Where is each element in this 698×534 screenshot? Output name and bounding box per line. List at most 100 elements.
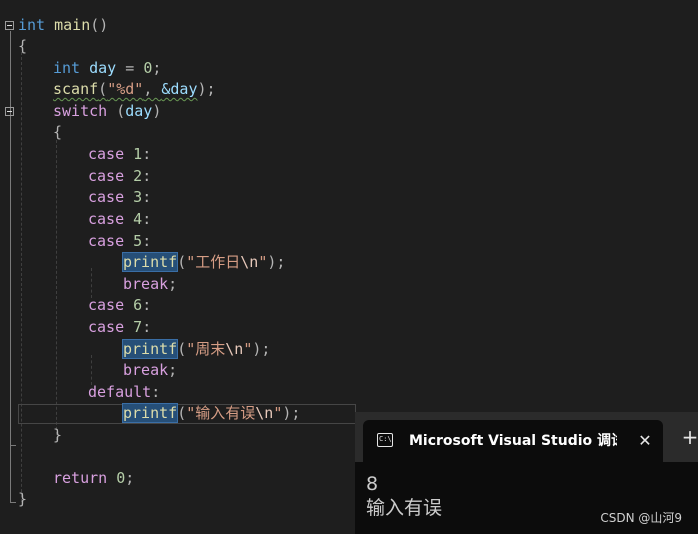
outline-bar-end <box>10 502 16 503</box>
code-line-22: return 0; <box>53 468 134 489</box>
number-literal: 7 <box>124 318 143 336</box>
number-literal: 6 <box>124 296 143 314</box>
punctuation: ( <box>177 253 187 271</box>
punctuation: : <box>142 296 152 314</box>
indent-guide <box>56 140 57 440</box>
function-name-highlighted: printf <box>121 339 179 359</box>
function-name: scanf <box>53 80 99 98</box>
indent-guide <box>91 268 92 298</box>
code-line-12: printf("工作日\n"); <box>121 252 286 273</box>
code-line-14: case 6: <box>88 295 151 316</box>
code-line-18: default: <box>88 382 160 403</box>
punctuation: ; <box>152 59 162 77</box>
console-output-line: 8 <box>366 473 379 495</box>
string-literal: "%d" <box>107 80 144 98</box>
close-icon[interactable]: ✕ <box>635 431 655 451</box>
new-tab-icon[interactable]: + <box>680 427 698 447</box>
indent-guide <box>91 355 92 385</box>
indent-guide <box>21 52 22 502</box>
punctuation: ( <box>98 80 108 98</box>
console-output-line: 输入有误 <box>366 497 443 519</box>
punctuation: : <box>142 232 152 250</box>
variable: day <box>89 59 117 77</box>
code-line-9: case 3: <box>88 187 151 208</box>
code-line-1: int main() <box>18 15 108 36</box>
code-line-20: } <box>53 425 62 446</box>
punctuation: ; <box>125 469 135 487</box>
punctuation: : <box>142 318 152 336</box>
punctuation: : <box>142 167 152 185</box>
console-tab-bar: C:\ Microsoft Visual Studio 调试控制台 ✕ + <box>355 412 698 462</box>
escape-sequence: \n <box>225 340 244 358</box>
punctuation: ) <box>152 102 162 120</box>
code-line-19: printf("输入有误\n"); <box>121 403 301 424</box>
code-line-13: break; <box>123 274 177 295</box>
code-line-2: { <box>18 36 27 57</box>
keyword: case <box>88 188 125 206</box>
keyword: default <box>88 383 152 401</box>
number-literal: 5 <box>124 232 143 250</box>
code-line-23: } <box>18 489 27 510</box>
keyword: switch <box>53 102 108 120</box>
code-line-6: { <box>53 122 62 143</box>
brace: } <box>18 490 28 508</box>
punctuation: ; <box>168 361 178 379</box>
code-line-4: scanf("%d", &day); <box>53 79 216 100</box>
punctuation: : <box>151 383 161 401</box>
keyword: return <box>53 469 108 487</box>
punctuation: ( <box>177 404 187 422</box>
variable: &day <box>161 80 198 98</box>
punctuation: ); <box>267 253 286 271</box>
brace: { <box>53 123 63 141</box>
code-line-15: case 7: <box>88 317 151 338</box>
debug-console-window[interactable]: C:\ Microsoft Visual Studio 调试控制台 ✕ + 8 … <box>355 412 698 534</box>
code-line-11: case 5: <box>88 231 151 252</box>
keyword: case <box>88 145 125 163</box>
code-line-7: case 1: <box>88 144 151 165</box>
escape-sequence: \n <box>255 404 274 422</box>
punctuation: ( <box>177 340 187 358</box>
fold-toggle-switch-icon[interactable] <box>5 107 14 116</box>
keyword: break <box>123 361 169 379</box>
punctuation: ); <box>252 340 271 358</box>
keyword: case <box>88 232 125 250</box>
watermark: CSDN @山河9 <box>600 511 682 525</box>
punctuation: : <box>142 210 152 228</box>
code-line-17: break; <box>123 360 177 381</box>
number-literal: 2 <box>124 167 143 185</box>
brace: } <box>53 426 63 444</box>
string-literal: " <box>273 404 283 422</box>
string-literal: "工作日 <box>186 253 241 271</box>
outline-bar-main <box>10 31 11 502</box>
string-literal: "周末 <box>186 340 226 358</box>
keyword: int <box>18 16 46 34</box>
punctuation: () <box>90 16 109 34</box>
keyword: case <box>88 318 125 336</box>
console-tab-title: Microsoft Visual Studio 调试控制台 <box>409 433 617 449</box>
keyword: case <box>88 167 125 185</box>
code-line-5: switch (day) <box>53 101 161 122</box>
string-literal: " <box>258 253 268 271</box>
punctuation: , <box>143 80 162 98</box>
brace: { <box>18 37 28 55</box>
keyword: case <box>88 296 125 314</box>
keyword: break <box>123 275 169 293</box>
number-literal: 3 <box>124 188 143 206</box>
outline-bar-switch-end <box>10 445 16 446</box>
operator: = <box>116 59 144 77</box>
keyword: int <box>53 59 81 77</box>
number-literal: 0 <box>107 469 126 487</box>
punctuation: : <box>142 188 152 206</box>
variable: day <box>125 102 153 120</box>
number-literal: 4 <box>124 210 143 228</box>
escape-sequence: \n <box>240 253 259 271</box>
function-name-highlighted: printf <box>121 252 179 272</box>
number-literal: 1 <box>124 145 143 163</box>
code-line-10: case 4: <box>88 209 151 230</box>
punctuation: ); <box>282 404 301 422</box>
console-tab[interactable]: C:\ Microsoft Visual Studio 调试控制台 ✕ <box>363 420 663 462</box>
fold-toggle-main-icon[interactable] <box>5 21 14 30</box>
code-line-8: case 2: <box>88 166 151 187</box>
function-name: main <box>54 16 91 34</box>
punctuation: ); <box>197 80 216 98</box>
